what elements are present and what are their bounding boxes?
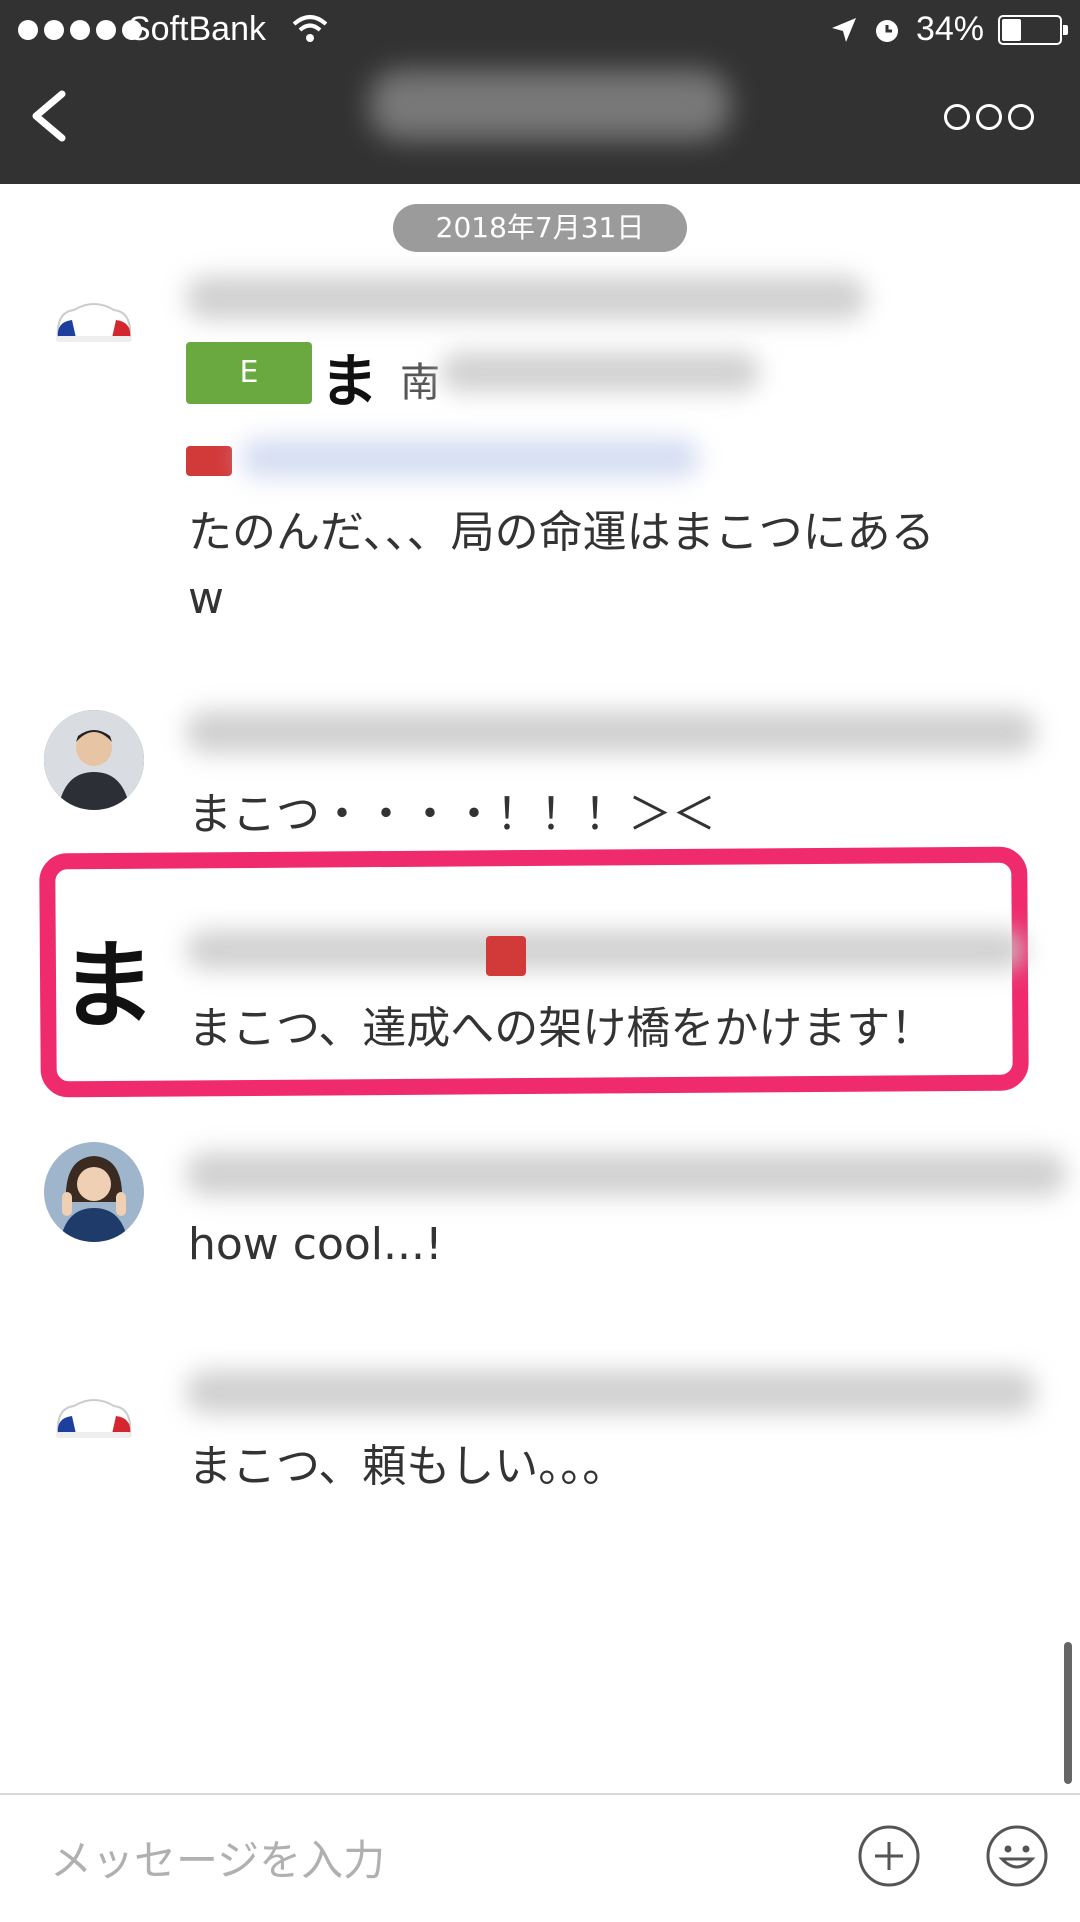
hat-avatar [56, 303, 132, 342]
alarm-icon [875, 19, 898, 42]
sender-name-redacted [186, 1370, 1036, 1414]
message-input[interactable] [48, 1829, 812, 1891]
plus-circle-icon[interactable] [856, 1823, 922, 1889]
status-right: 34% [830, 10, 1068, 49]
header-bar: SoftBank 34% [0, 0, 1080, 184]
phone-redacted [240, 438, 700, 478]
sender-name-redacted [186, 930, 1026, 970]
chevron-left-icon[interactable] [22, 86, 82, 146]
carrier-name: SoftBank [128, 10, 266, 48]
phone-icon [486, 936, 526, 976]
scrollbar[interactable] [1064, 1642, 1072, 1784]
message-text: まこつ、達成への架け橋をかけます！ [188, 1003, 935, 1054]
date-separator: 2018年7月31日 [393, 204, 687, 252]
message-composer [0, 1793, 1080, 1922]
profile-redacted [440, 352, 760, 392]
location-arrow-icon [831, 17, 856, 42]
message-text: まこつ、頼もしい。。。 [188, 1441, 627, 1492]
ma-character: ま [320, 347, 379, 415]
inline-char-2: 南 [400, 360, 440, 406]
sender-name-redacted [186, 276, 866, 320]
ma-character-avatar: ま [60, 930, 156, 1042]
more-dots-icon[interactable] [944, 104, 1034, 130]
photo-avatar-man [44, 710, 144, 810]
sender-name-redacted [186, 1152, 1066, 1196]
phone-icon [186, 446, 232, 476]
status-bar: SoftBank 34% [0, 0, 1080, 60]
signal-dots-icon [18, 20, 142, 40]
chat-title-redacted [370, 70, 730, 140]
department-tag: E [186, 342, 312, 404]
sender-name-redacted [186, 710, 1036, 754]
battery-icon [998, 14, 1068, 45]
message-text: まこつ・・・・！！！＞＜ [188, 789, 716, 840]
battery-fill [1002, 18, 1022, 41]
hat-avatar [56, 1399, 132, 1438]
battery-percent: 34% [915, 10, 984, 48]
message-text: たのんだ、、、局の命運はまこつにある w [188, 507, 935, 624]
smiley-icon[interactable] [984, 1823, 1050, 1889]
message-text: how cool...! [188, 1219, 443, 1270]
wifi-icon [292, 15, 328, 42]
photo-avatar-woman [44, 1142, 144, 1242]
